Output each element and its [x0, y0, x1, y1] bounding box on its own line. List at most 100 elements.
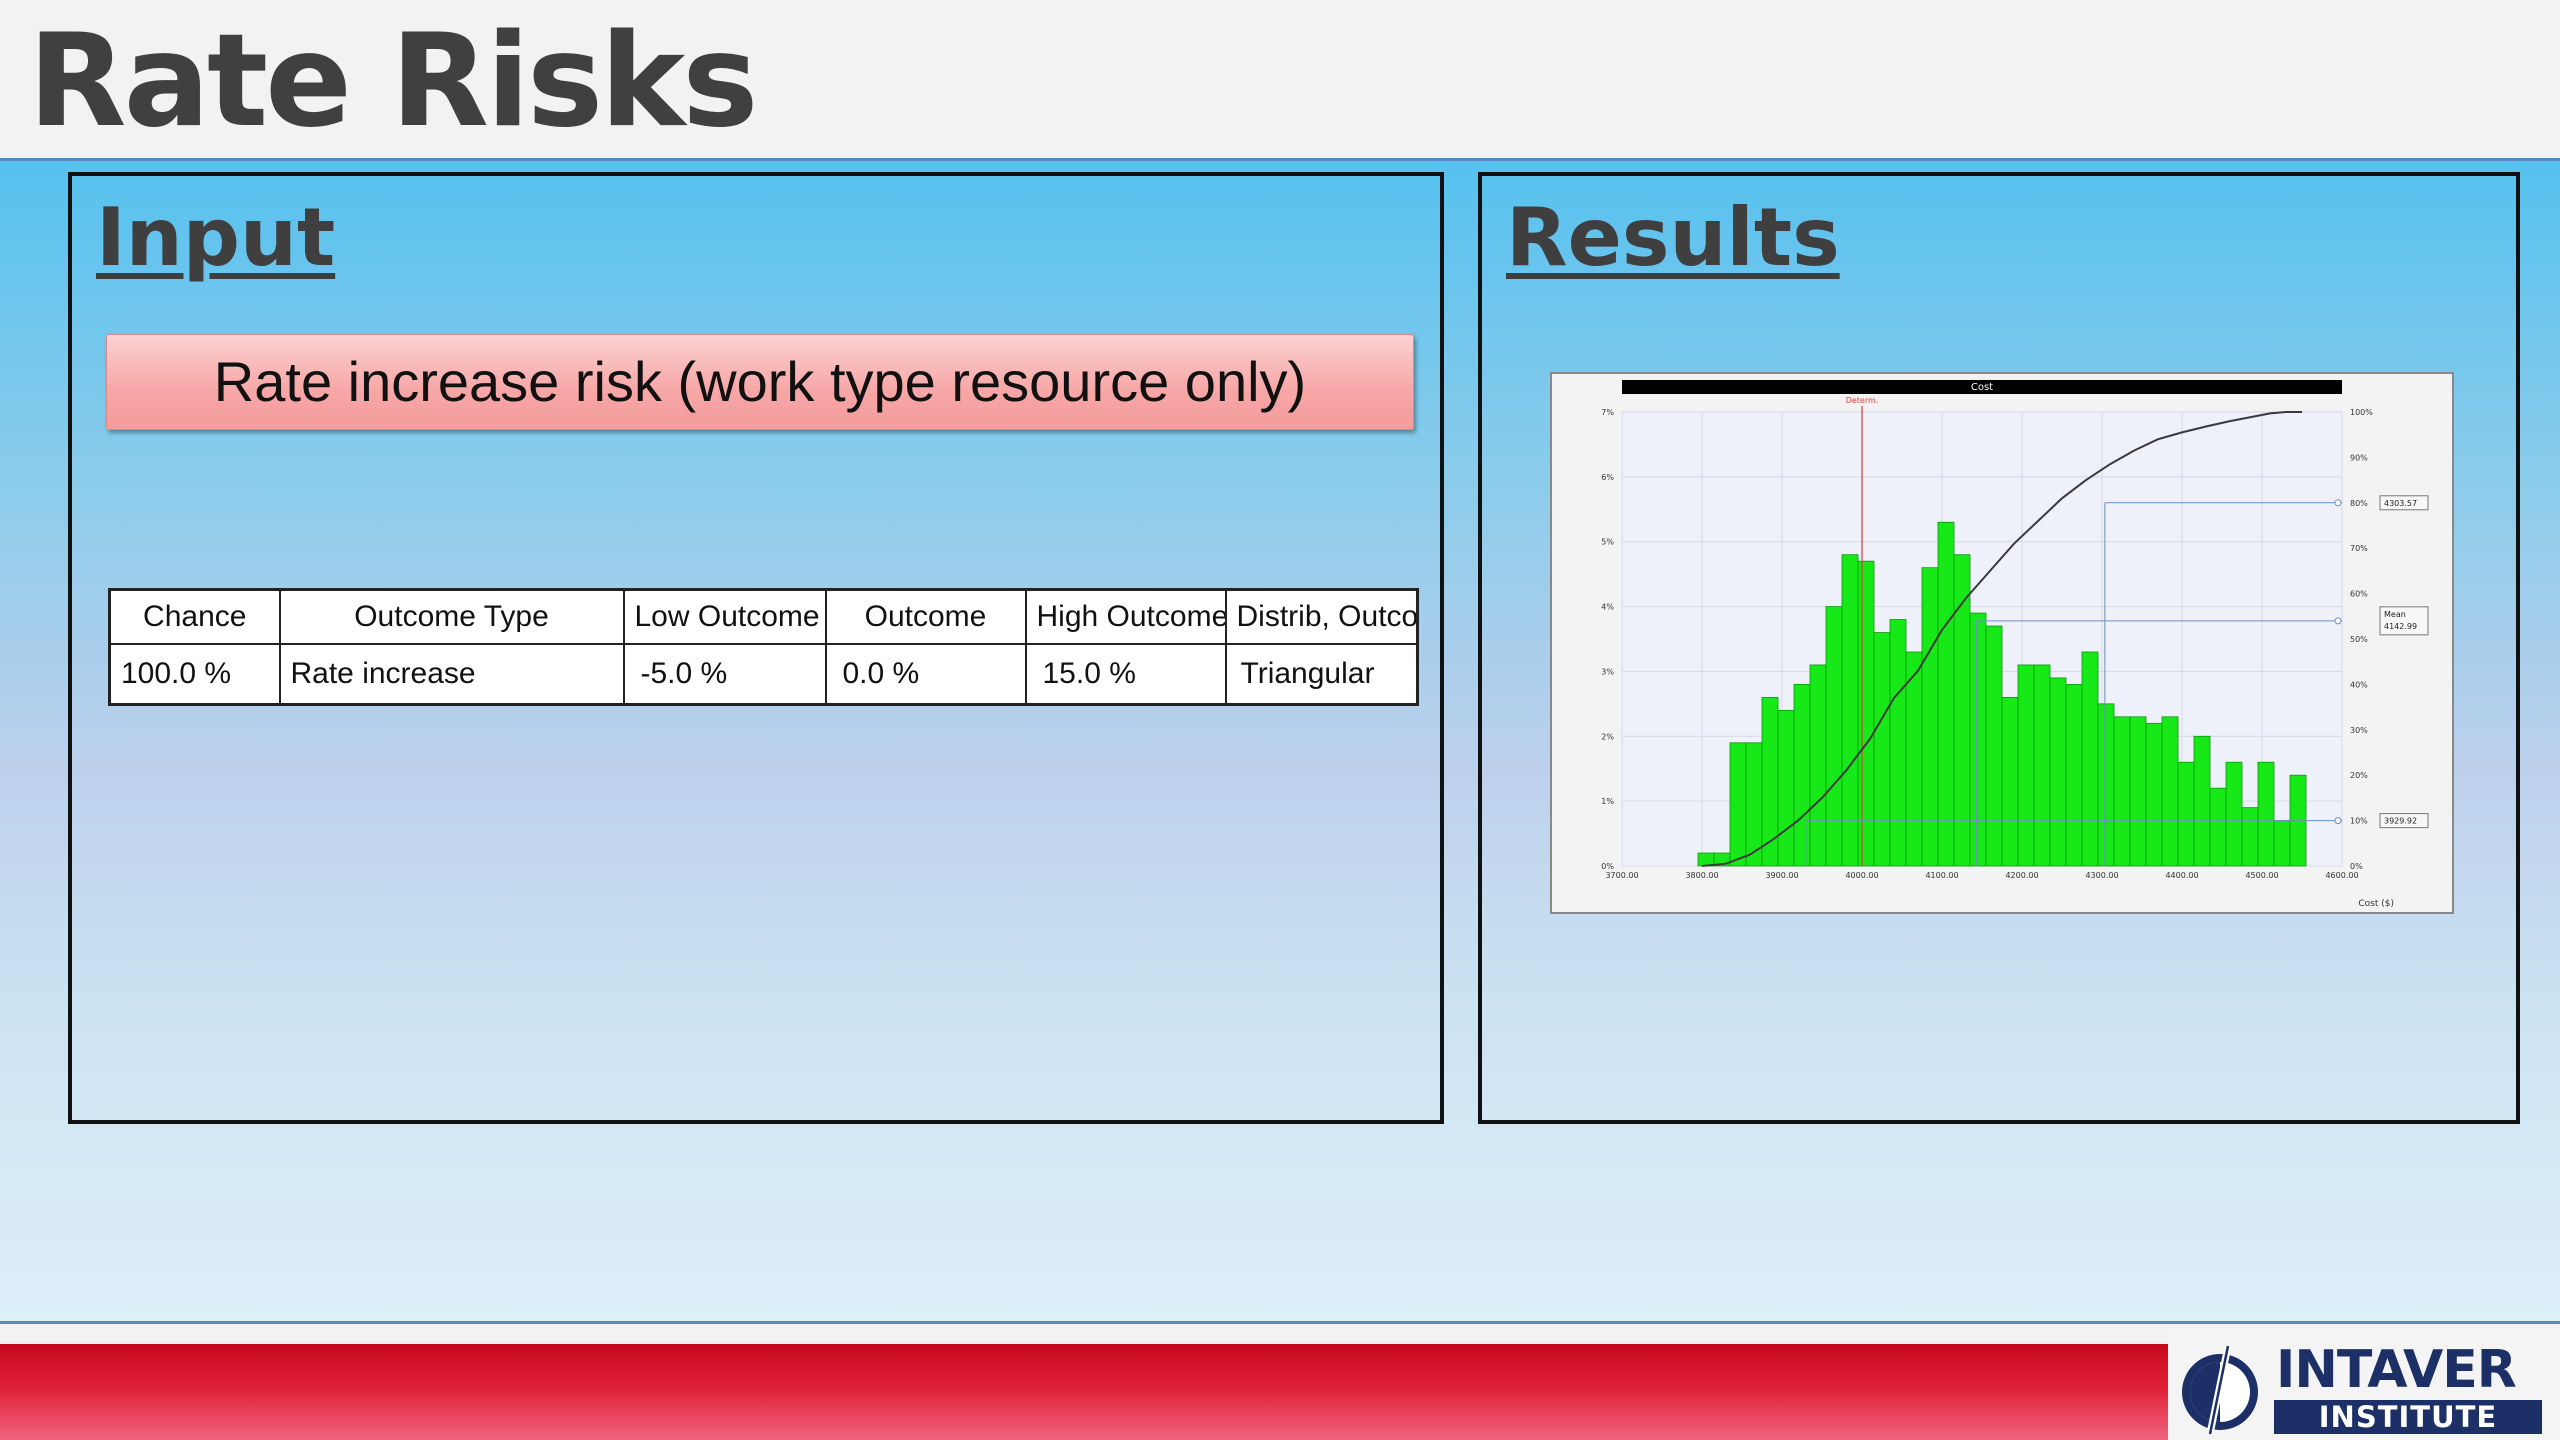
y-tick-label: 5%: [1601, 538, 1614, 547]
column-header-distribution[interactable]: Distrib, Outco: [1224, 588, 1419, 645]
cost-distribution-chart: Cost Determ. 4303.57 Mean 4142.99 3929.92 0%…: [1550, 372, 2454, 914]
y2-tick-label: 20%: [2350, 771, 2368, 780]
y-tick-label: 7%: [1601, 408, 1614, 417]
y-tick-label: 0%: [1601, 862, 1614, 871]
deterministic-label: Determ.: [1846, 396, 1879, 405]
histogram-bar: [2049, 677, 2067, 867]
table-row[interactable]: 100.0 % Rate increase -5.0 % 0.0 % 15.0 …: [108, 643, 1419, 706]
histogram-bar: [2033, 664, 2051, 867]
percentile-label: 4303.57: [2384, 499, 2417, 508]
histogram-bar: [2017, 664, 2035, 867]
chart-title: Cost: [1971, 382, 1993, 393]
histogram-bar: [1777, 709, 1795, 867]
histogram-bar: [1937, 521, 1955, 867]
percentile-handle[interactable]: [2334, 617, 2342, 625]
y2-tick-label: 60%: [2350, 590, 2368, 599]
input-heading: Input: [96, 191, 336, 284]
histogram-bar: [1729, 742, 1747, 867]
logo-wordmark: INTAVER: [2276, 1340, 2517, 1400]
histogram-bar: [2209, 787, 2227, 867]
histogram-bar: [1825, 606, 1843, 867]
histogram-bar: [1921, 567, 1939, 867]
histogram-bar: [2097, 703, 2115, 867]
y2-tick-label: 0%: [2350, 862, 2363, 871]
x-tick-label: 4500.00: [2245, 871, 2278, 880]
y2-tick-label: 80%: [2350, 499, 2368, 508]
histogram-bar: [2145, 722, 2163, 867]
histogram-bar: [1905, 651, 1923, 867]
y2-tick-label: 30%: [2350, 726, 2368, 735]
histogram-bar: [2177, 761, 2195, 867]
histogram-bar: [2193, 735, 2211, 867]
results-panel: Results Cost Determ. 4303.57 Mean 4142.99 39…: [1478, 172, 2520, 1124]
results-heading: Results: [1506, 191, 1840, 284]
cell-outcome-type[interactable]: Rate increase: [278, 643, 625, 706]
y2-tick-label: 10%: [2350, 817, 2368, 826]
y-tick-label: 6%: [1601, 473, 1614, 482]
y2-tick-label: 50%: [2350, 635, 2368, 644]
y-tick-label: 3%: [1601, 667, 1614, 676]
column-header-high-outcome[interactable]: High Outcome: [1024, 588, 1227, 645]
histogram-bar: [1953, 554, 1971, 867]
histogram-bar: [2225, 761, 2243, 867]
percentile-label: 3929.92: [2384, 817, 2417, 826]
y-tick-label: 4%: [1601, 603, 1614, 612]
column-header-low-outcome[interactable]: Low Outcome: [622, 588, 827, 645]
chart-canvas: Cost Determ. 4303.57 Mean 4142.99 3929.92 0%…: [1552, 374, 2452, 912]
cell-outcome[interactable]: 0.0 %: [824, 643, 1027, 706]
input-panel: Input Rate increase risk (work type reso…: [68, 172, 1444, 1124]
risk-name-banner: Rate increase risk (work type resource o…: [106, 334, 1414, 430]
cell-distribution[interactable]: Triangular: [1224, 643, 1419, 706]
histogram-bar: [2257, 761, 2275, 867]
y2-tick-label: 70%: [2350, 544, 2368, 553]
histogram-bar: [1809, 664, 1827, 867]
intaver-logo: INTAVER INSTITUTE: [2168, 1328, 2560, 1440]
logo-emblem-icon: [2182, 1345, 2258, 1435]
outcomes-table: Chance Outcome Type Low Outcome Outcome …: [108, 588, 1419, 706]
histogram-bar: [2161, 716, 2179, 867]
percentile-label: Mean: [2384, 610, 2406, 619]
x-tick-label: 4300.00: [2085, 871, 2118, 880]
x-tick-label: 3700.00: [1605, 871, 1638, 880]
x-tick-label: 3800.00: [1685, 871, 1718, 880]
x-tick-label: 4000.00: [1845, 871, 1878, 880]
logo-subtitle: INSTITUTE: [2274, 1400, 2542, 1434]
histogram-bar: [1793, 683, 1811, 867]
column-header-outcome-type[interactable]: Outcome Type: [278, 588, 625, 645]
cell-high-outcome[interactable]: 15.0 %: [1024, 643, 1227, 706]
histogram-bar: [2065, 683, 2083, 867]
histogram-bar: [2113, 716, 2131, 867]
footer-stripe: [0, 1344, 2168, 1440]
histogram-bar: [2241, 807, 2259, 867]
histogram-bar: [2001, 696, 2019, 867]
x-tick-label: 4100.00: [1925, 871, 1958, 880]
percentile-handle[interactable]: [2334, 499, 2342, 507]
histogram-bar: [2081, 651, 2099, 867]
histogram-bar: [1985, 625, 2003, 867]
histogram-bar: [1969, 612, 1987, 867]
title-bar: Rate Risks: [0, 0, 2560, 161]
histogram-bar: [1841, 554, 1859, 867]
histogram-bar: [1697, 852, 1715, 867]
y2-tick-label: 100%: [2350, 408, 2373, 417]
column-header-outcome[interactable]: Outcome: [824, 588, 1027, 645]
y-tick-label: 1%: [1601, 797, 1614, 806]
histogram-bar: [1889, 619, 1907, 867]
y2-tick-label: 40%: [2350, 680, 2368, 689]
percentile-label: 4142.99: [2384, 622, 2417, 631]
x-axis-label: Cost ($): [2358, 899, 2394, 909]
percentile-handle[interactable]: [2334, 817, 2342, 825]
column-header-chance[interactable]: Chance: [108, 588, 281, 645]
x-tick-label: 4400.00: [2165, 871, 2198, 880]
y2-tick-label: 90%: [2350, 453, 2368, 462]
cell-chance[interactable]: 100.0 %: [108, 643, 281, 706]
x-tick-label: 4600.00: [2325, 871, 2358, 880]
histogram-bar: [2273, 820, 2291, 867]
cell-low-outcome[interactable]: -5.0 %: [622, 643, 827, 706]
x-tick-label: 3900.00: [1765, 871, 1798, 880]
x-tick-label: 4200.00: [2005, 871, 2038, 880]
y-tick-label: 2%: [1601, 732, 1614, 741]
histogram-bar: [1873, 632, 1891, 867]
slide-title: Rate Risks: [28, 7, 758, 156]
histogram-bar: [2129, 716, 2147, 867]
